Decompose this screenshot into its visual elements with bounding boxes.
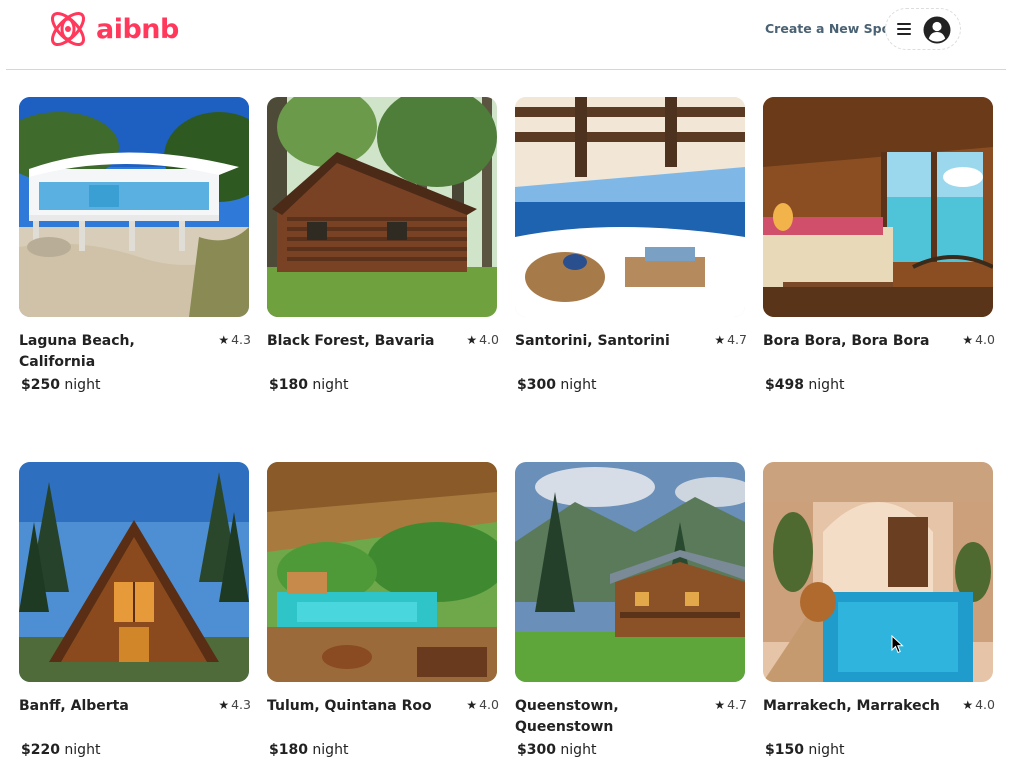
listing-price: $250 night — [21, 377, 100, 393]
listing-price: $300 night — [517, 742, 596, 758]
price-amount: $180 — [269, 377, 308, 393]
listing-rating: ★ 4.0 — [962, 697, 995, 712]
listing-price: $180 night — [269, 377, 348, 393]
listing-location: Black Forest, Bavaria — [267, 333, 435, 349]
listing-location: Bora Bora, Bora Bora — [763, 333, 930, 349]
listing-location: Laguna Beach, California — [19, 333, 135, 370]
rating-value: 4.3 — [231, 697, 251, 712]
listing-location: Santorini, Santorini — [515, 333, 670, 349]
listing-image[interactable] — [515, 462, 745, 682]
listing-card[interactable]: Santorini, Santorini ★ 4.7 $300 night — [515, 97, 747, 407]
listing-image[interactable] — [267, 97, 497, 317]
listing-location: Marrakech, Marrakech — [763, 698, 940, 714]
listing-card[interactable]: Queenstown, Queenstown ★ 4.7 $300 night — [515, 462, 747, 772]
listing-card[interactable]: Laguna Beach, California ★ 4.3 $250 night — [19, 97, 251, 407]
price-unit: night — [560, 742, 597, 758]
listing-image[interactable] — [515, 97, 745, 317]
rating-value: 4.0 — [975, 332, 995, 347]
star-icon: ★ — [714, 698, 726, 712]
price-unit: night — [312, 742, 349, 758]
price-unit: night — [312, 377, 349, 393]
listing-location: Tulum, Quintana Roo — [267, 698, 432, 714]
price-amount: $180 — [269, 742, 308, 758]
listing-image[interactable] — [19, 97, 249, 317]
listing-location: Banff, Alberta — [19, 698, 129, 714]
listing-rating: ★ 4.3 — [218, 332, 251, 347]
listing-rating: ★ 4.7 — [714, 332, 747, 347]
price-unit: night — [808, 742, 845, 758]
star-icon: ★ — [466, 333, 478, 347]
price-unit: night — [64, 742, 101, 758]
price-unit: night — [808, 377, 845, 393]
listing-card[interactable]: Marrakech, Marrakech ★ 4.0 $150 night — [763, 462, 995, 772]
listing-card[interactable]: Bora Bora, Bora Bora ★ 4.0 $498 night — [763, 97, 995, 407]
listing-image[interactable] — [267, 462, 497, 682]
rating-value: 4.7 — [727, 332, 747, 347]
listing-price: $180 night — [269, 742, 348, 758]
rating-value: 4.3 — [231, 332, 251, 347]
price-amount: $250 — [21, 377, 60, 393]
listing-rating: ★ 4.7 — [714, 697, 747, 712]
star-icon: ★ — [962, 333, 974, 347]
listing-rating: ★ 4.3 — [218, 697, 251, 712]
listings-grid: Laguna Beach, California ★ 4.3 $250 night — [0, 0, 1024, 768]
star-icon: ★ — [218, 333, 230, 347]
price-amount: $220 — [21, 742, 60, 758]
listing-price: $220 night — [21, 742, 100, 758]
price-amount: $150 — [765, 742, 804, 758]
rating-value: 4.0 — [975, 697, 995, 712]
star-icon: ★ — [466, 698, 478, 712]
listing-rating: ★ 4.0 — [962, 332, 995, 347]
price-amount: $300 — [517, 742, 556, 758]
price-unit: night — [64, 377, 101, 393]
listing-card[interactable]: Black Forest, Bavaria ★ 4.0 $180 night — [267, 97, 499, 407]
listing-card[interactable]: Tulum, Quintana Roo ★ 4.0 $180 night — [267, 462, 499, 772]
listing-price: $300 night — [517, 377, 596, 393]
listing-price: $498 night — [765, 377, 844, 393]
star-icon: ★ — [714, 333, 726, 347]
rating-value: 4.0 — [479, 697, 499, 712]
listing-rating: ★ 4.0 — [466, 332, 499, 347]
price-amount: $498 — [765, 377, 804, 393]
rating-value: 4.0 — [479, 332, 499, 347]
listing-image[interactable] — [763, 97, 993, 317]
listing-card[interactable]: Banff, Alberta ★ 4.3 $220 night — [19, 462, 251, 772]
price-unit: night — [560, 377, 597, 393]
listing-location: Queenstown, Queenstown — [515, 698, 619, 735]
star-icon: ★ — [218, 698, 230, 712]
listing-image[interactable] — [763, 462, 993, 682]
listing-price: $150 night — [765, 742, 844, 758]
star-icon: ★ — [962, 698, 974, 712]
price-amount: $300 — [517, 377, 556, 393]
rating-value: 4.7 — [727, 697, 747, 712]
listing-image[interactable] — [19, 462, 249, 682]
listing-rating: ★ 4.0 — [466, 697, 499, 712]
